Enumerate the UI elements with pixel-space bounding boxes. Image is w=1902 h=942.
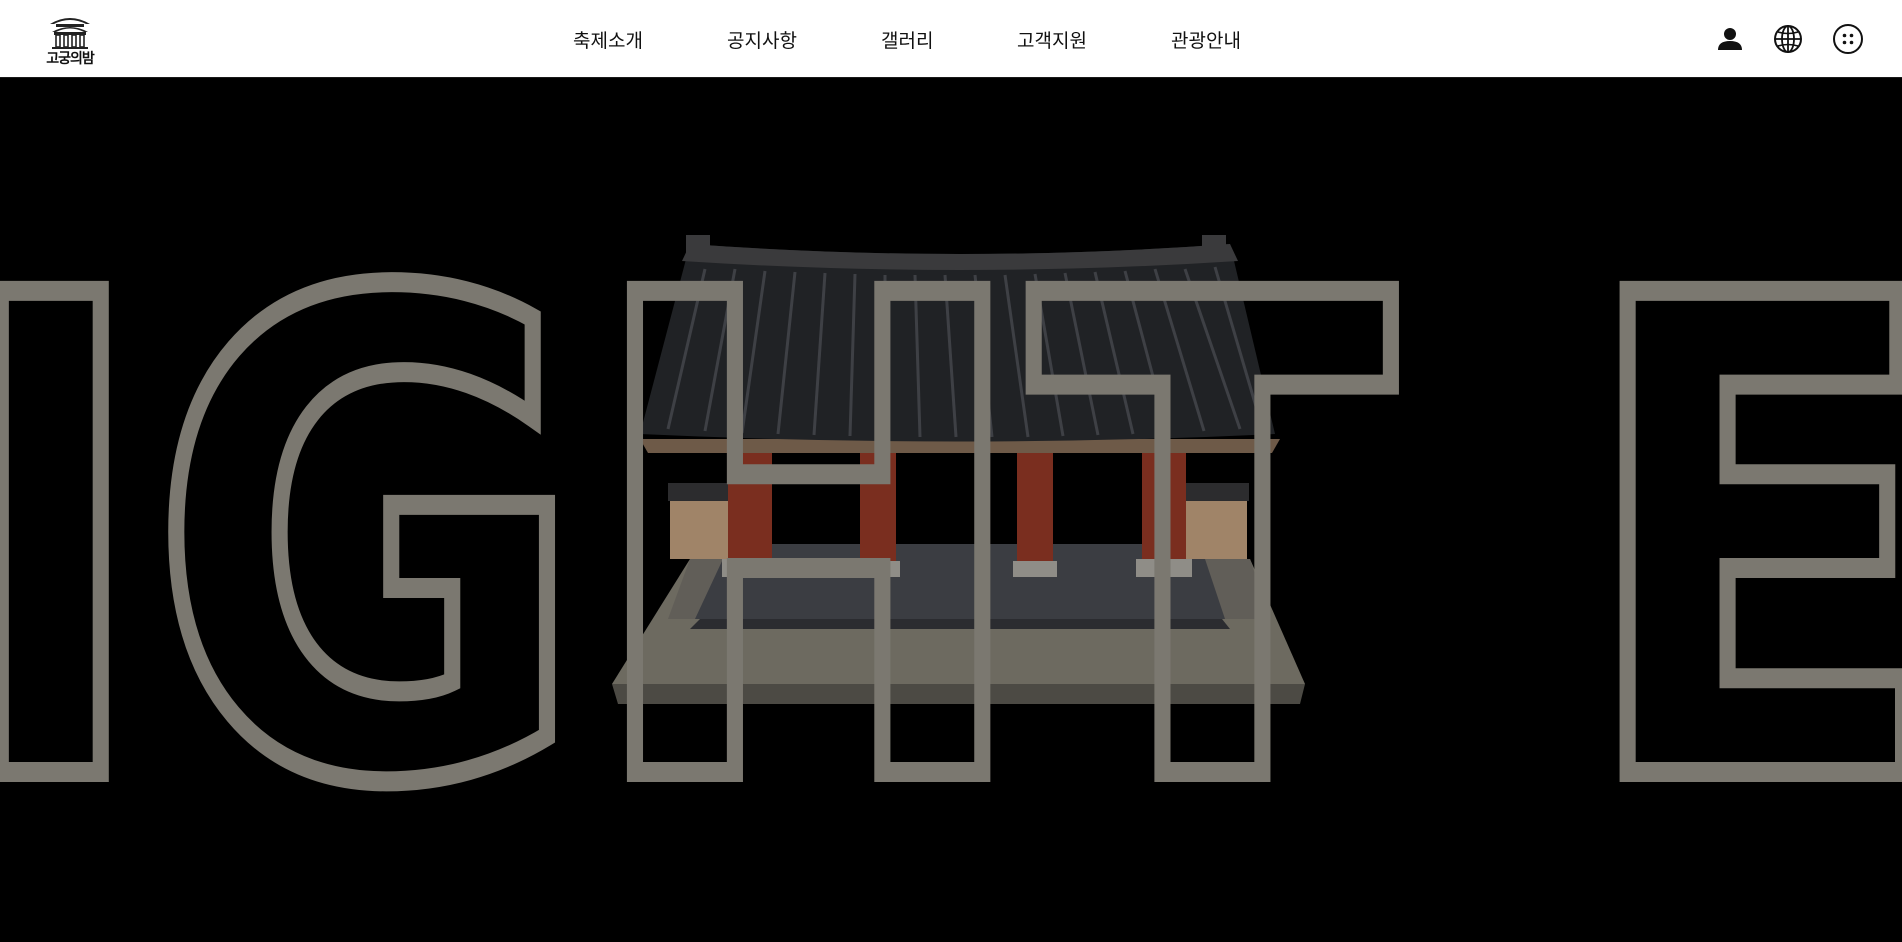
menu-grid-icon — [1833, 24, 1863, 54]
language-button[interactable] — [1771, 22, 1805, 56]
user-button[interactable] — [1713, 22, 1747, 56]
nav-item-festival[interactable]: 축제소개 — [573, 26, 643, 53]
hero-stage: IGHT E — [0, 149, 1902, 938]
site-header: 고궁의밤 축제소개 공지사항 갤러리 고객지원 관광안내 — [0, 0, 1902, 78]
nav-item-notice[interactable]: 공지사항 — [727, 26, 797, 53]
main-nav: 축제소개 공지사항 갤러리 고객지원 관광안내 — [0, 0, 1902, 78]
user-icon — [1718, 28, 1742, 50]
palace-gate-icon — [50, 18, 90, 49]
hero-outline-text: IGHT E — [0, 149, 1902, 938]
hero-outline-letters: IGHT E — [0, 159, 1902, 928]
nav-item-tour-info[interactable]: 관광안내 — [1171, 26, 1241, 53]
logo-text: 고궁의밤 — [46, 51, 95, 67]
menu-button[interactable] — [1831, 22, 1865, 56]
logo-link[interactable]: 고궁의밤 — [36, 10, 104, 68]
hero-section: IGHT E — [0, 79, 1902, 942]
globe-icon — [1774, 25, 1802, 53]
nav-item-gallery[interactable]: 갤러리 — [881, 26, 933, 53]
nav-item-support[interactable]: 고객지원 — [1017, 26, 1087, 53]
